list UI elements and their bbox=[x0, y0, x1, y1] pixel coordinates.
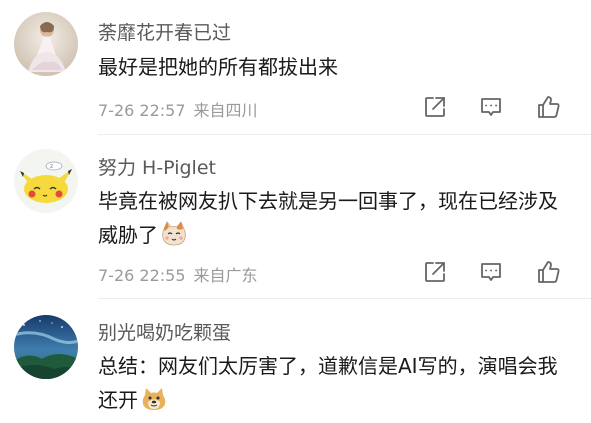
comment-text: 总结：网友们太厉害了，道歉信是AI写的，演唱会我还开 bbox=[98, 349, 568, 417]
comment-item: 别光喝奶吃颗蛋 总结：网友们太厉害了，道歉信是AI写的，演唱会我还开 bbox=[0, 299, 591, 422]
like-icon[interactable] bbox=[535, 258, 563, 286]
comment-actions bbox=[421, 258, 571, 286]
comment-actions bbox=[421, 93, 571, 121]
doge-emoji bbox=[140, 385, 168, 413]
share-icon[interactable] bbox=[421, 258, 449, 286]
comment-item: z 努力 H-Piglet 毕竟在被网友扒下去就是另一回事了，现在已经涉及威胁了… bbox=[0, 135, 591, 299]
cat-face-emoji bbox=[160, 220, 188, 248]
comment-icon[interactable] bbox=[477, 93, 505, 121]
comment-text: 最好是把她的所有都拔出来 bbox=[98, 55, 338, 79]
share-icon[interactable] bbox=[421, 93, 449, 121]
comment-item: 荼靡花开春已过 最好是把她的所有都拔出来 7-26 22:57 来自四川 bbox=[0, 0, 591, 135]
girl-in-dress-avatar[interactable] bbox=[14, 12, 78, 76]
like-icon[interactable] bbox=[535, 93, 563, 121]
night-sky-landscape-avatar[interactable] bbox=[14, 315, 78, 379]
username[interactable]: 别光喝奶吃颗蛋 bbox=[98, 318, 231, 345]
username[interactable]: 努力 H-Piglet bbox=[98, 153, 216, 180]
svg-text:z: z bbox=[50, 163, 53, 170]
comment-icon[interactable] bbox=[477, 258, 505, 286]
comment-location: 来自广东 bbox=[193, 266, 258, 285]
comment-time: 7-26 22:57 bbox=[98, 101, 186, 120]
comment-location: 来自四川 bbox=[193, 101, 258, 120]
comment-time: 7-26 22:55 bbox=[98, 266, 186, 285]
comment-meta: 7-26 22:57 来自四川 bbox=[98, 97, 258, 121]
comment-meta: 7-26 22:55 来自广东 bbox=[98, 262, 258, 286]
username[interactable]: 荼靡花开春已过 bbox=[98, 18, 231, 45]
pikachu-avatar[interactable]: z bbox=[14, 149, 78, 213]
comment-text: 毕竟在被网友扒下去就是另一回事了，现在已经涉及威胁了 bbox=[98, 184, 568, 252]
